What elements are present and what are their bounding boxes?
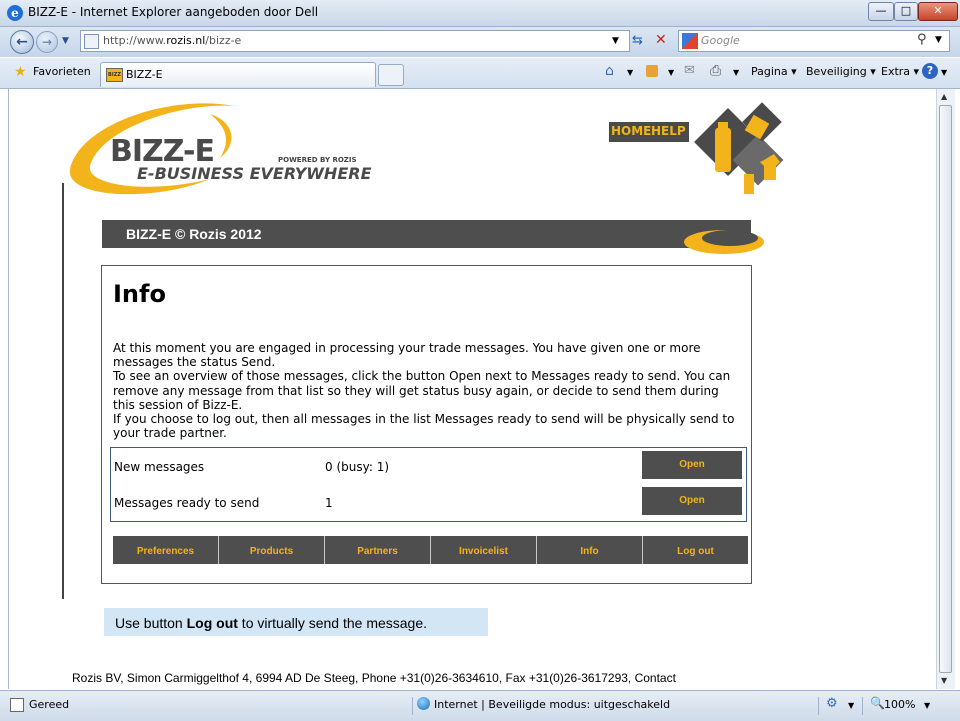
menu-partners[interactable]: Partners xyxy=(325,536,431,564)
logo-tagline: E-BUSINESS EVERYWHERE xyxy=(137,164,372,183)
history-dropdown-icon[interactable]: ▼ xyxy=(62,36,69,46)
home-link[interactable]: HOME xyxy=(611,124,651,138)
maximize-button[interactable]: □ xyxy=(894,2,918,21)
menu-invoicelist[interactable]: Invoicelist xyxy=(431,536,537,564)
feed-dropdown-icon[interactable]: ▼ xyxy=(668,68,674,77)
info-paragraph: At this moment you are engaged in proces… xyxy=(113,341,701,370)
protected-mode-dropdown-icon[interactable]: ▼ xyxy=(848,701,854,710)
page-status-icon xyxy=(10,698,24,712)
back-arrow-icon[interactable]: ← xyxy=(10,30,34,54)
address-bar[interactable]: http://www.rozis.nl/bizz-e xyxy=(80,30,630,52)
security-zone-text[interactable]: Internet | Beveiligde modus: uitgeschake… xyxy=(434,698,670,711)
scroll-up-icon[interactable]: ▲ xyxy=(941,92,947,101)
page-menu[interactable]: Pagina ▾ xyxy=(751,65,797,78)
status-separator xyxy=(818,697,819,715)
main-menu: Preferences Products Partners Invoicelis… xyxy=(113,536,748,564)
print-icon[interactable]: ⎙ xyxy=(710,63,721,79)
ready-messages-value: 1 xyxy=(325,496,333,510)
search-box[interactable]: Google ⚲ ▼ xyxy=(678,30,950,52)
note-text: Use button Log out to virtually send the… xyxy=(115,615,428,631)
zoom-icon[interactable]: 🔍 xyxy=(870,696,885,710)
ready-messages-label: Messages ready to send xyxy=(114,496,260,510)
search-icon[interactable]: ⚲ xyxy=(917,32,927,47)
status-separator xyxy=(412,697,413,715)
stop-icon[interactable]: ✕ xyxy=(655,32,667,48)
status-text: Gereed xyxy=(29,698,70,711)
ie-logo-icon: e xyxy=(7,5,23,21)
tab-label: BIZZ-E xyxy=(126,68,163,81)
vertical-scrollbar[interactable]: ▲ ▼ xyxy=(936,89,955,689)
header-links: HOME HELP xyxy=(609,122,689,142)
help-link[interactable]: HELP xyxy=(651,124,686,138)
forward-arrow-icon[interactable]: → xyxy=(36,31,58,53)
print-dropdown-icon[interactable]: ▼ xyxy=(733,68,739,77)
menu-preferences[interactable]: Preferences xyxy=(113,536,219,564)
zoom-level[interactable]: 100% xyxy=(884,698,915,711)
scroll-down-icon[interactable]: ▼ xyxy=(941,676,947,685)
refresh-icon[interactable]: ⇆ xyxy=(632,33,643,48)
status-separator xyxy=(862,697,863,715)
status-bar: Gereed Internet | Beveiligde modus: uitg… xyxy=(0,690,960,721)
left-divider xyxy=(62,183,64,599)
address-dropdown-icon[interactable]: ▼ xyxy=(612,36,619,46)
close-window-button[interactable]: ✕ xyxy=(918,2,958,21)
tab-favicon-icon: BIZZ xyxy=(106,68,123,82)
open-ready-messages-button[interactable]: Open xyxy=(642,487,742,515)
command-bar: ★ Favorieten BIZZ BIZZ-E ⌂ ▼ ▼ ✉ ⎙ ▼ Pag… xyxy=(0,58,960,89)
google-icon xyxy=(682,33,698,49)
minimize-button[interactable]: — xyxy=(868,2,894,21)
header-banner: BIZZ-E © Rozis 2012 xyxy=(102,220,751,248)
search-options-icon[interactable]: ▼ xyxy=(935,35,942,45)
menu-log-out[interactable]: Log out xyxy=(643,536,748,564)
info-paragraph: If you choose to log out, then all messa… xyxy=(113,412,735,441)
tab-bizz-e[interactable]: BIZZ BIZZ-E xyxy=(100,62,376,87)
banner-text: BIZZ-E © Rozis 2012 xyxy=(126,226,262,242)
menu-info[interactable]: Info xyxy=(537,536,643,564)
instruction-note: Use button Log out to virtually send the… xyxy=(104,608,488,636)
home-icon[interactable]: ⌂ xyxy=(605,63,614,79)
page-icon xyxy=(84,34,99,49)
open-new-messages-button[interactable]: Open xyxy=(642,451,742,479)
info-text: At this moment you are engaged in proces… xyxy=(113,341,743,440)
tools-menu[interactable]: Extra ▾ xyxy=(881,65,919,78)
address-text[interactable]: http://www.rozis.nl/bizz-e xyxy=(103,34,241,47)
protected-mode-icon[interactable]: ⚙ xyxy=(826,696,838,711)
scrollbar-thumb[interactable] xyxy=(939,105,952,673)
search-placeholder: Google xyxy=(701,34,740,47)
new-tab-button[interactable] xyxy=(378,64,404,86)
favorites-button[interactable]: Favorieten xyxy=(33,65,91,78)
new-messages-value: 0 (busy: 1) xyxy=(325,460,390,474)
logo-powered-by: POWERED BY ROZIS xyxy=(278,156,357,164)
favorites-star-icon[interactable]: ★ xyxy=(14,64,27,80)
window-title: BIZZ-E - Internet Explorer aangeboden do… xyxy=(28,5,319,19)
zoom-dropdown-icon[interactable]: ▼ xyxy=(924,701,930,710)
help-icon[interactable]: ? xyxy=(922,63,938,79)
page-title: Info xyxy=(113,280,166,308)
products-graphic-icon xyxy=(694,102,784,194)
help-dropdown-icon[interactable]: ▼ xyxy=(941,68,947,77)
info-paragraph: To see an overview of those messages, cl… xyxy=(113,369,731,412)
internet-zone-icon xyxy=(417,697,430,710)
banner-swoosh-icon xyxy=(684,230,764,254)
home-dropdown-icon[interactable]: ▼ xyxy=(627,68,633,77)
menu-products[interactable]: Products xyxy=(219,536,325,564)
mail-icon[interactable]: ✉ xyxy=(684,63,695,78)
title-bar: e BIZZ-E - Internet Explorer aangeboden … xyxy=(0,0,960,27)
navigation-bar: ← → ▼ http://www.rozis.nl/bizz-e ▼ ⇆ ✕ G… xyxy=(0,27,960,57)
new-messages-label: New messages xyxy=(114,460,205,474)
page-footer: Rozis BV, Simon Carmiggelthof 4, 6994 AD… xyxy=(72,671,676,685)
rss-feed-icon[interactable] xyxy=(646,65,658,77)
safety-menu[interactable]: Beveiliging ▾ xyxy=(806,65,876,78)
